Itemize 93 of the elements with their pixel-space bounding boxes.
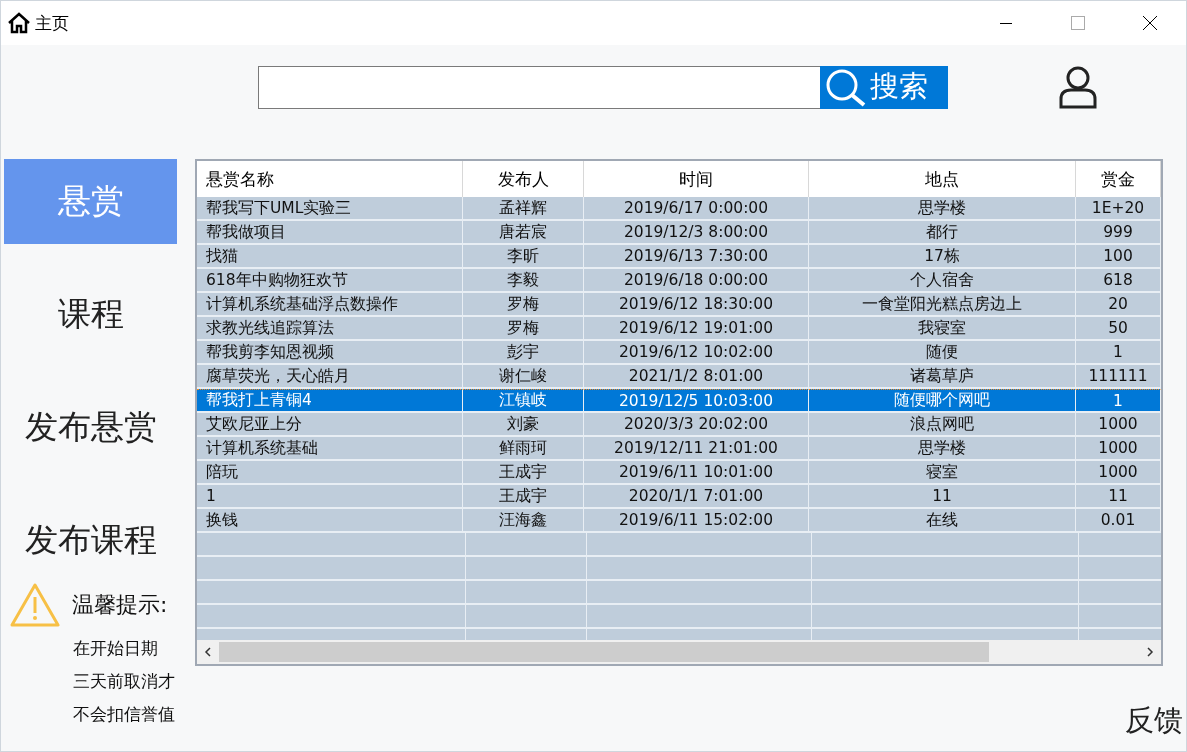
sidebar-item[interactable]: 发布悬赏	[4, 385, 177, 470]
table-cell[interactable]: 罗梅	[463, 293, 584, 317]
table-cell[interactable]: 艾欧尼亚上分	[197, 413, 463, 437]
minimize-icon	[1000, 22, 1012, 24]
table-cell[interactable]: 2020/3/3 20:02:00	[584, 413, 809, 437]
table-cell[interactable]: 唐若宸	[463, 221, 584, 245]
table-cell[interactable]: 都行	[809, 221, 1076, 245]
table-cell[interactable]: 1000	[1076, 413, 1161, 437]
chevron-left-icon	[204, 647, 212, 657]
table-cell[interactable]: 1000	[1076, 437, 1161, 461]
table-cell[interactable]: 李毅	[463, 269, 584, 293]
table-cell[interactable]: 100	[1076, 245, 1161, 269]
table-cell[interactable]: 1000	[1076, 461, 1161, 485]
table-cell[interactable]: 1E+20	[1076, 197, 1161, 221]
table-cell[interactable]: 2019/6/17 0:00:00	[584, 197, 809, 221]
chevron-right-icon	[1146, 647, 1154, 657]
tip-text: 在开始日期	[73, 637, 159, 660]
table-cell[interactable]: 帮我剪李知恩视频	[197, 341, 463, 365]
table-cell[interactable]: 我寝室	[809, 317, 1076, 341]
table-cell[interactable]: 2019/6/12 19:01:00	[584, 317, 809, 341]
table-cell[interactable]: 2019/6/18 0:00:00	[584, 269, 809, 293]
search-field[interactable]	[258, 65, 820, 109]
table-cell[interactable]: 计算机系统基础浮点数操作	[197, 293, 463, 317]
table-cell[interactable]: 618	[1076, 269, 1161, 293]
column-header[interactable]: 发布人	[463, 161, 584, 197]
table-cell[interactable]: 求教光线追踪算法	[197, 317, 463, 341]
table-cell[interactable]: 找猫	[197, 245, 463, 269]
column-header[interactable]: 时间	[584, 161, 809, 197]
table-cell[interactable]: 一食堂阳光糕点房边上	[809, 293, 1076, 317]
table-cell[interactable]: 1	[197, 485, 463, 509]
table-cell[interactable]: 11	[809, 485, 1076, 509]
feedback-link[interactable]: 反馈	[1125, 701, 1183, 741]
tip-text: 三天前取消才	[73, 670, 176, 693]
column-header[interactable]: 地点	[809, 161, 1076, 197]
table-cell[interactable]: 个人宿舍	[809, 269, 1076, 293]
table-cell[interactable]: 11	[1076, 485, 1161, 509]
table-cell[interactable]: 在线	[809, 509, 1076, 533]
table-cell[interactable]: 618年中购物狂欢节	[197, 269, 463, 293]
table-cell[interactable]: 思学楼	[809, 197, 1076, 221]
table-cell[interactable]: 江镇岐	[463, 389, 584, 413]
tip-text: 不会扣信誉值	[73, 703, 176, 726]
table-cell[interactable]: 2019/12/3 8:00:00	[584, 221, 809, 245]
table-cell[interactable]: 2019/12/11 21:01:00	[584, 437, 809, 461]
sidebar-item[interactable]: 发布课程	[4, 498, 177, 583]
table-cell[interactable]: 陪玩	[197, 461, 463, 485]
table-cell[interactable]: 思学楼	[809, 437, 1076, 461]
table-cell[interactable]: 王成宇	[463, 461, 584, 485]
maximize-icon	[1071, 16, 1085, 30]
table-cell[interactable]: 刘豪	[463, 413, 584, 437]
table-cell[interactable]: 2019/6/12 18:30:00	[584, 293, 809, 317]
table-cell[interactable]: 2019/12/5 10:03:00	[584, 389, 809, 413]
table-cell[interactable]: 罗梅	[463, 317, 584, 341]
user-profile-button[interactable]	[1058, 65, 1098, 109]
search-icon	[824, 67, 868, 107]
horizontal-scrollbar[interactable]	[197, 640, 1161, 664]
warning-icon	[10, 583, 60, 627]
scrollbar-thumb[interactable]	[219, 642, 989, 662]
table-cell[interactable]: 浪点网吧	[809, 413, 1076, 437]
table-cell[interactable]: 2019/6/11 15:02:00	[584, 509, 809, 533]
table-cell[interactable]: 李昕	[463, 245, 584, 269]
table-cell[interactable]: 计算机系统基础	[197, 437, 463, 461]
table-cell[interactable]: 彭宇	[463, 341, 584, 365]
table-cell[interactable]: 17栋	[809, 245, 1076, 269]
table-cell[interactable]: 汪海鑫	[463, 509, 584, 533]
search-button[interactable]: 搜索	[820, 65, 948, 109]
table-cell[interactable]: 0.01	[1076, 509, 1161, 533]
table-cell[interactable]: 王成宇	[463, 485, 584, 509]
window-title: 主页	[35, 11, 69, 35]
home-icon	[7, 11, 31, 35]
table-cell[interactable]: 鲜雨珂	[463, 437, 584, 461]
column-header[interactable]: 赏金	[1076, 161, 1161, 197]
table-cell[interactable]: 1	[1076, 389, 1161, 413]
tip-title: 温馨提示:	[72, 591, 168, 619]
user-icon	[1058, 65, 1098, 109]
sidebar-item[interactable]: 课程	[4, 272, 177, 357]
table-cell[interactable]: 50	[1076, 317, 1161, 341]
table-cell[interactable]: 2019/6/12 10:02:00	[584, 341, 809, 365]
table-cell[interactable]: 随便哪个网吧	[809, 389, 1076, 413]
table-cell[interactable]: 999	[1076, 221, 1161, 245]
table-cell[interactable]: 1	[1076, 341, 1161, 365]
table-cell[interactable]: 2019/6/13 7:30:00	[584, 245, 809, 269]
table-cell[interactable]: 2019/6/11 10:01:00	[584, 461, 809, 485]
table-cell[interactable]: 随便	[809, 341, 1076, 365]
table-cell[interactable]: 换钱	[197, 509, 463, 533]
table-cell[interactable]: 帮我写下UML实验三	[197, 197, 463, 221]
close-icon	[1142, 15, 1158, 31]
column-header[interactable]: 悬赏名称	[197, 161, 463, 197]
table-cell[interactable]: 寝室	[809, 461, 1076, 485]
table-cell[interactable]: 20	[1076, 293, 1161, 317]
table-cell[interactable]: 帮我打上青铜4	[197, 389, 463, 413]
table-cell[interactable]: 孟祥辉	[463, 197, 584, 221]
table-cell[interactable]: 2020/1/1 7:01:00	[584, 485, 809, 509]
table-cell[interactable]: 帮我做项目	[197, 221, 463, 245]
